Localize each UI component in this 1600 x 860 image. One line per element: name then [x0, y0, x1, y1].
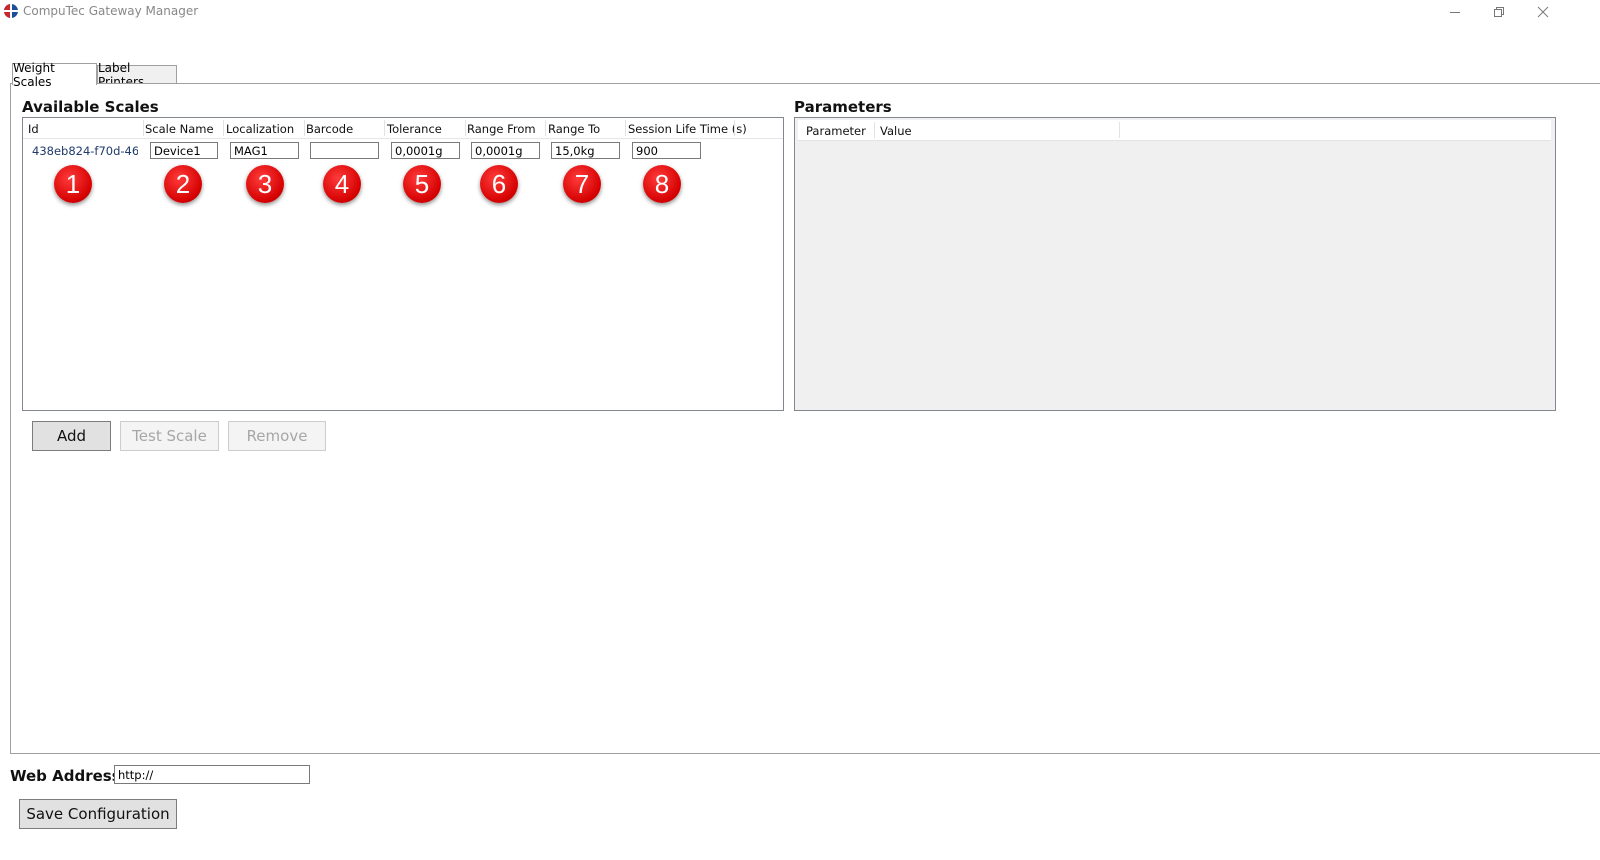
- localization-input[interactable]: [230, 142, 299, 159]
- column-header-range-from[interactable]: Range From: [467, 122, 536, 136]
- marker-4: 4: [323, 165, 361, 203]
- available-scales-title: Available Scales: [22, 98, 159, 116]
- close-icon[interactable]: [1521, 0, 1565, 24]
- parameters-grid-header: Parameter Value: [798, 120, 1551, 141]
- remove-button[interactable]: Remove: [228, 421, 326, 451]
- marker-6: 6: [480, 165, 518, 203]
- marker-8: 8: [643, 165, 681, 203]
- marker-3: 3: [246, 165, 284, 203]
- computec-globe-icon: [4, 4, 18, 18]
- web-address-input[interactable]: [114, 765, 310, 784]
- barcode-input[interactable]: [310, 142, 379, 159]
- marker-2: 2: [164, 165, 202, 203]
- parameters-grid: Parameter Value: [794, 117, 1556, 411]
- column-header-tolerance[interactable]: Tolerance: [387, 122, 442, 136]
- marker-1: 1: [54, 165, 92, 203]
- column-header-id[interactable]: Id: [28, 122, 39, 136]
- scale-id-cell[interactable]: 438eb824-f70d-460:: [32, 144, 138, 158]
- scale-name-input[interactable]: [150, 142, 218, 159]
- column-header-parameter[interactable]: Parameter: [806, 124, 866, 138]
- tab-label-printers[interactable]: Label Printers: [97, 61, 177, 89]
- range-from-input[interactable]: [471, 142, 540, 159]
- title-bar: CompuTec Gateway Manager: [0, 0, 1600, 24]
- test-scale-button[interactable]: Test Scale: [120, 421, 219, 451]
- scales-grid: Id Scale Name Localization Barcode Toler…: [22, 117, 784, 411]
- column-header-session-life-time[interactable]: Session Life Time (s): [628, 122, 747, 136]
- save-configuration-button[interactable]: Save Configuration: [19, 799, 177, 829]
- column-header-localization[interactable]: Localization: [226, 122, 294, 136]
- marker-7: 7: [563, 165, 601, 203]
- column-header-barcode[interactable]: Barcode: [306, 122, 353, 136]
- tab-weight-scales[interactable]: Weight Scales: [12, 61, 97, 89]
- parameters-title: Parameters: [794, 98, 892, 116]
- web-address-label: Web Address: [10, 767, 121, 785]
- column-header-range-to[interactable]: Range To: [548, 122, 600, 136]
- marker-5: 5: [403, 165, 441, 203]
- range-to-input[interactable]: [551, 142, 620, 159]
- column-header-scale-name[interactable]: Scale Name: [145, 122, 214, 136]
- minimize-icon[interactable]: [1433, 0, 1477, 24]
- add-button[interactable]: Add: [32, 421, 111, 451]
- tolerance-input[interactable]: [391, 142, 460, 159]
- window-title: CompuTec Gateway Manager: [23, 4, 199, 18]
- column-header-value[interactable]: Value: [880, 124, 912, 138]
- restore-icon[interactable]: [1477, 0, 1521, 24]
- session-life-time-input[interactable]: [632, 142, 701, 159]
- scales-grid-header: Id Scale Name Localization Barcode Toler…: [23, 118, 783, 138]
